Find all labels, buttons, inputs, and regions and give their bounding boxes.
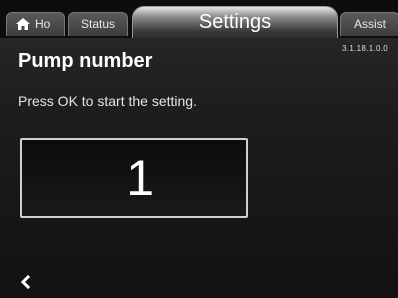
chevron-left-icon <box>20 274 31 290</box>
settings-screen: Ho Status Settings Assist 3.1.18.1.0.0 P… <box>0 0 398 298</box>
tab-home-label: Ho <box>35 17 51 31</box>
tab-assist[interactable]: Assist <box>340 12 398 36</box>
tab-assist-label: Assist <box>353 17 386 31</box>
tab-home[interactable]: Ho <box>6 12 65 36</box>
pump-number-field[interactable]: 1 <box>20 138 248 218</box>
tab-settings-label: Settings <box>198 11 272 33</box>
back-button[interactable] <box>16 270 40 294</box>
instruction-text: Press OK to start the setting. <box>18 93 197 109</box>
pump-number-value: 1 <box>126 150 154 206</box>
tab-status-label: Status <box>80 17 116 31</box>
tab-status[interactable]: Status <box>68 12 128 36</box>
page-title: Pump number <box>18 50 153 72</box>
home-icon <box>16 18 30 30</box>
version-label: 3.1.18.1.0.0 <box>342 44 388 53</box>
tab-settings[interactable]: Settings <box>132 6 338 38</box>
tab-bar: Ho Status Settings Assist <box>0 0 398 38</box>
